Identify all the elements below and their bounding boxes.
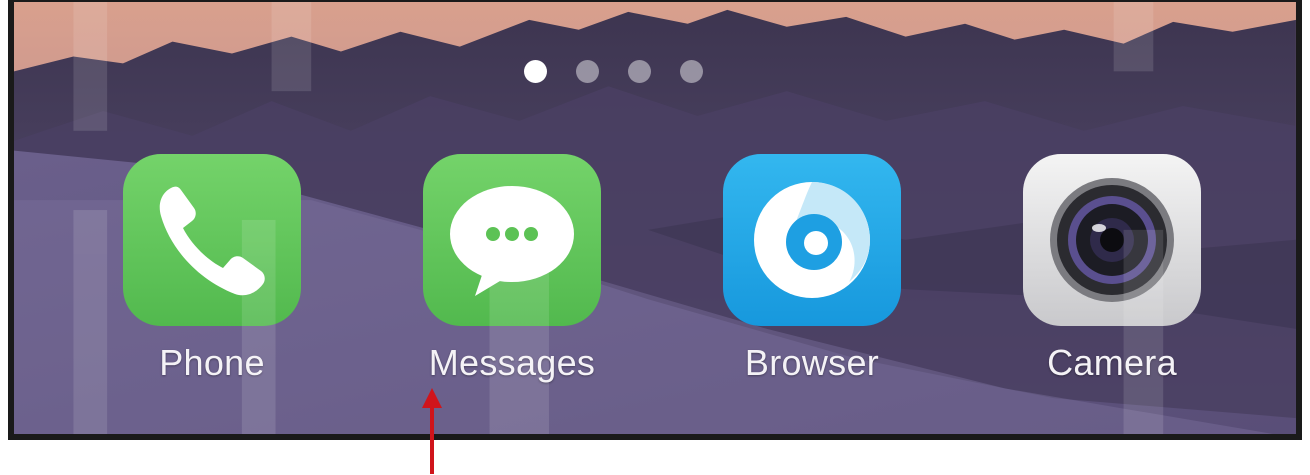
page-dot-active[interactable] (523, 60, 547, 83)
app-phone[interactable]: Phone (112, 154, 312, 384)
app-label: Phone (159, 342, 265, 383)
camera-lens-icon (1050, 178, 1174, 302)
app-messages[interactable]: Messages (412, 154, 612, 384)
browser-swirl-icon (754, 182, 870, 298)
browser-app-icon[interactable] (723, 154, 901, 326)
phone-icon (159, 186, 265, 296)
camera-app-icon[interactable] (1023, 154, 1201, 326)
pointer-arrow-icon (422, 388, 442, 474)
page-dot[interactable] (575, 60, 599, 83)
messages-app-icon[interactable] (423, 154, 601, 326)
home-screen: Phone Messages Browser Camera (8, 0, 1302, 440)
page-dot[interactable] (679, 60, 703, 83)
phone-app-icon[interactable] (123, 154, 301, 326)
page-indicator[interactable] (14, 60, 1296, 83)
app-label: Browser (744, 342, 880, 383)
page-dot[interactable] (627, 60, 651, 83)
chat-bubble-icon (450, 186, 574, 296)
app-label: Camera (1047, 342, 1177, 383)
app-camera[interactable]: Camera (1012, 154, 1212, 384)
app-label: Messages (428, 342, 596, 383)
app-browser[interactable]: Browser (712, 154, 912, 384)
